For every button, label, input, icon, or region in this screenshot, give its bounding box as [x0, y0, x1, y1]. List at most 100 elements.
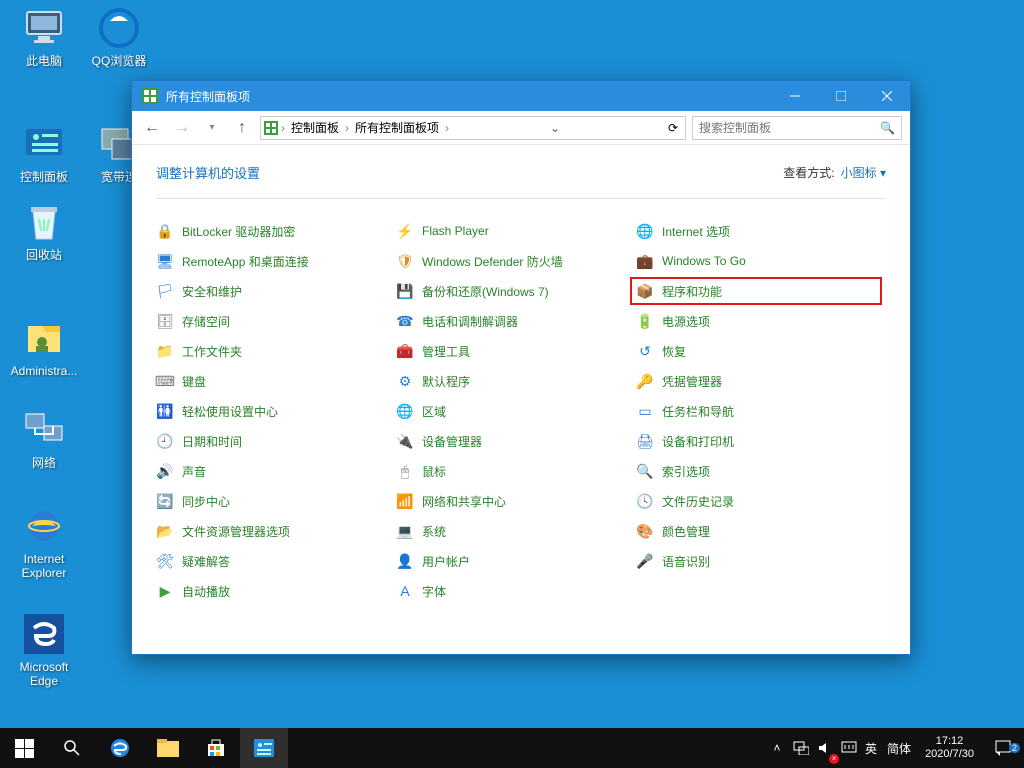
cp-item[interactable]: 🔄同步中心	[156, 491, 396, 511]
cp-item[interactable]: ⚙默认程序	[396, 371, 636, 391]
tray-volume-icon[interactable]: ×	[813, 728, 837, 768]
tray-network-icon[interactable]	[789, 728, 813, 768]
cp-item-label: 管理工具	[422, 343, 470, 360]
titlebar[interactable]: 所有控制面板项	[132, 81, 910, 111]
cp-item[interactable]: 🕓文件历史记录	[636, 491, 876, 511]
cp-item-icon: 📁	[156, 342, 174, 360]
cp-item[interactable]: 🔋电源选项	[636, 311, 876, 331]
cp-item[interactable]: 🔍索引选项	[636, 461, 876, 481]
recent-button[interactable]: ▾	[200, 116, 224, 140]
tray-ime-lang[interactable]: 英	[861, 728, 881, 768]
cp-item[interactable]: A 字体	[396, 581, 636, 601]
tray-ime-icon[interactable]	[837, 728, 861, 768]
view-label: 查看方式:	[783, 164, 834, 181]
desktop-icon-control-panel[interactable]: 控制面板	[7, 122, 81, 184]
cp-item[interactable]: ☎电话和调制解调器	[396, 311, 636, 331]
cp-item-icon: 🎤	[636, 552, 654, 570]
breadcrumb-seg-1[interactable]: 所有控制面板项	[349, 119, 445, 136]
cp-item[interactable]: ▶自动播放	[156, 581, 396, 601]
cp-item[interactable]: 🖨设备和打印机	[636, 431, 876, 451]
up-button[interactable]: ↑	[230, 116, 254, 140]
cp-item-icon: ☎	[396, 312, 414, 330]
cp-item-icon: ▭	[636, 402, 654, 420]
cp-item[interactable]: 🚻轻松使用设置中心	[156, 401, 396, 421]
tray-clock[interactable]: 17:122020/7/30	[917, 735, 982, 761]
taskbar-explorer[interactable]	[144, 728, 192, 768]
search-input[interactable]	[699, 121, 880, 135]
taskbar-edge[interactable]	[96, 728, 144, 768]
search-button[interactable]	[48, 728, 96, 768]
desktop-icon-ie[interactable]: Internet Explorer	[7, 504, 81, 580]
close-button[interactable]	[864, 81, 910, 111]
cp-item[interactable]: 🧰管理工具	[396, 341, 636, 361]
minimize-button[interactable]	[772, 81, 818, 111]
cp-item[interactable]: ⚡Flash Player	[396, 221, 636, 241]
maximize-button[interactable]	[818, 81, 864, 111]
cp-item-icon: ⚡	[396, 222, 414, 240]
action-center-button[interactable]: 2	[982, 739, 1024, 757]
desktop-icon-network[interactable]: 网络	[7, 408, 81, 470]
cp-item-label: RemoteApp 和桌面连接	[182, 253, 309, 270]
tray-ime-mode[interactable]: 简体	[881, 728, 917, 768]
cp-item[interactable]: 🌐Internet 选项	[636, 221, 876, 241]
cp-item[interactable]: 📶网络和共享中心	[396, 491, 636, 511]
cp-item[interactable]: 🕘日期和时间	[156, 431, 396, 451]
cp-item-label: 字体	[422, 583, 446, 600]
cp-item[interactable]: ▭ 任务栏和导航	[636, 401, 876, 421]
refresh-button[interactable]: ⟳	[661, 121, 685, 135]
desktop-icon-recycle-bin[interactable]: 回收站	[7, 200, 81, 262]
cp-item-label: 设备管理器	[422, 433, 482, 450]
search-box[interactable]: 🔍	[692, 116, 902, 140]
cp-item-icon: 📂	[156, 522, 174, 540]
view-mode-link[interactable]: 小图标 ▾	[841, 164, 886, 181]
back-button[interactable]: ←	[140, 116, 164, 140]
cp-item[interactable]: 📦程序和功能	[630, 277, 882, 305]
cp-item-icon: 💼	[636, 252, 654, 270]
breadcrumb[interactable]: › 控制面板 › 所有控制面板项 › ⌄ ⟳	[260, 116, 686, 140]
cp-item[interactable]: 🔊声音	[156, 461, 396, 481]
tray-chevron-up-icon[interactable]: ˄	[765, 728, 789, 768]
desktop-icon-qqbrowser[interactable]: QQ浏览器	[82, 6, 156, 68]
breadcrumb-dropdown[interactable]: ⌄	[543, 121, 567, 135]
cp-item[interactable]: 👤用户帐户	[396, 551, 636, 571]
taskbar-control-panel[interactable]	[240, 728, 288, 768]
cp-item[interactable]: 🛠疑难解答	[156, 551, 396, 571]
breadcrumb-seg-0[interactable]: 控制面板	[285, 119, 345, 136]
cp-item-icon: A	[396, 582, 414, 600]
cp-item[interactable]: 🎤语音识别	[636, 551, 876, 571]
cp-item-icon: 🌐	[636, 222, 654, 240]
cp-item[interactable]: ↺恢复	[636, 341, 876, 361]
cp-item[interactable]: 🗄存储空间	[156, 311, 396, 331]
start-button[interactable]	[0, 728, 48, 768]
cp-item[interactable]: ⌨键盘	[156, 371, 396, 391]
cp-item-icon: 🔌	[396, 432, 414, 450]
cp-item[interactable]: 🎨颜色管理	[636, 521, 876, 541]
cp-item[interactable]: 🏳安全和维护	[156, 281, 396, 301]
cp-item[interactable]: 🔒BitLocker 驱动器加密	[156, 221, 396, 241]
cp-item[interactable]: 🖥RemoteApp 和桌面连接	[156, 251, 396, 271]
cp-item-label: 轻松使用设置中心	[182, 403, 278, 420]
cp-item-label: 任务栏和导航	[662, 403, 734, 420]
cp-item-label: 工作文件夹	[182, 343, 242, 360]
cp-item-label: 用户帐户	[422, 553, 470, 570]
cp-item[interactable]: 🌐区域	[396, 401, 636, 421]
cp-item[interactable]: 💻系统	[396, 521, 636, 541]
forward-button[interactable]: →	[170, 116, 194, 140]
cp-item[interactable]: 🔑凭据管理器	[636, 371, 876, 391]
cp-item-label: 颜色管理	[662, 523, 710, 540]
cp-item[interactable]: 💾备份和还原(Windows 7)	[396, 281, 636, 301]
cp-item[interactable]: 🖱鼠标	[396, 461, 636, 481]
taskbar-store[interactable]	[192, 728, 240, 768]
desktop-icon-this-pc[interactable]: 此电脑	[7, 6, 81, 68]
desktop-icon-edge[interactable]: Microsoft Edge	[7, 612, 81, 688]
cp-item[interactable]: 📁 工作文件夹	[156, 341, 396, 361]
cp-item-label: 区域	[422, 403, 446, 420]
cp-item[interactable]: 🔌 设备管理器	[396, 431, 636, 451]
cp-item[interactable]: 💼Windows To Go	[636, 251, 876, 271]
search-icon: 🔍	[880, 121, 895, 135]
cp-item[interactable]: 🛡Windows Defender 防火墙	[396, 251, 636, 271]
desktop-icon-administrator[interactable]: Administra...	[7, 316, 81, 378]
cp-item[interactable]: 📂文件资源管理器选项	[156, 521, 396, 541]
cp-item-label: 程序和功能	[662, 283, 722, 300]
cp-item-label: 电源选项	[662, 313, 710, 330]
